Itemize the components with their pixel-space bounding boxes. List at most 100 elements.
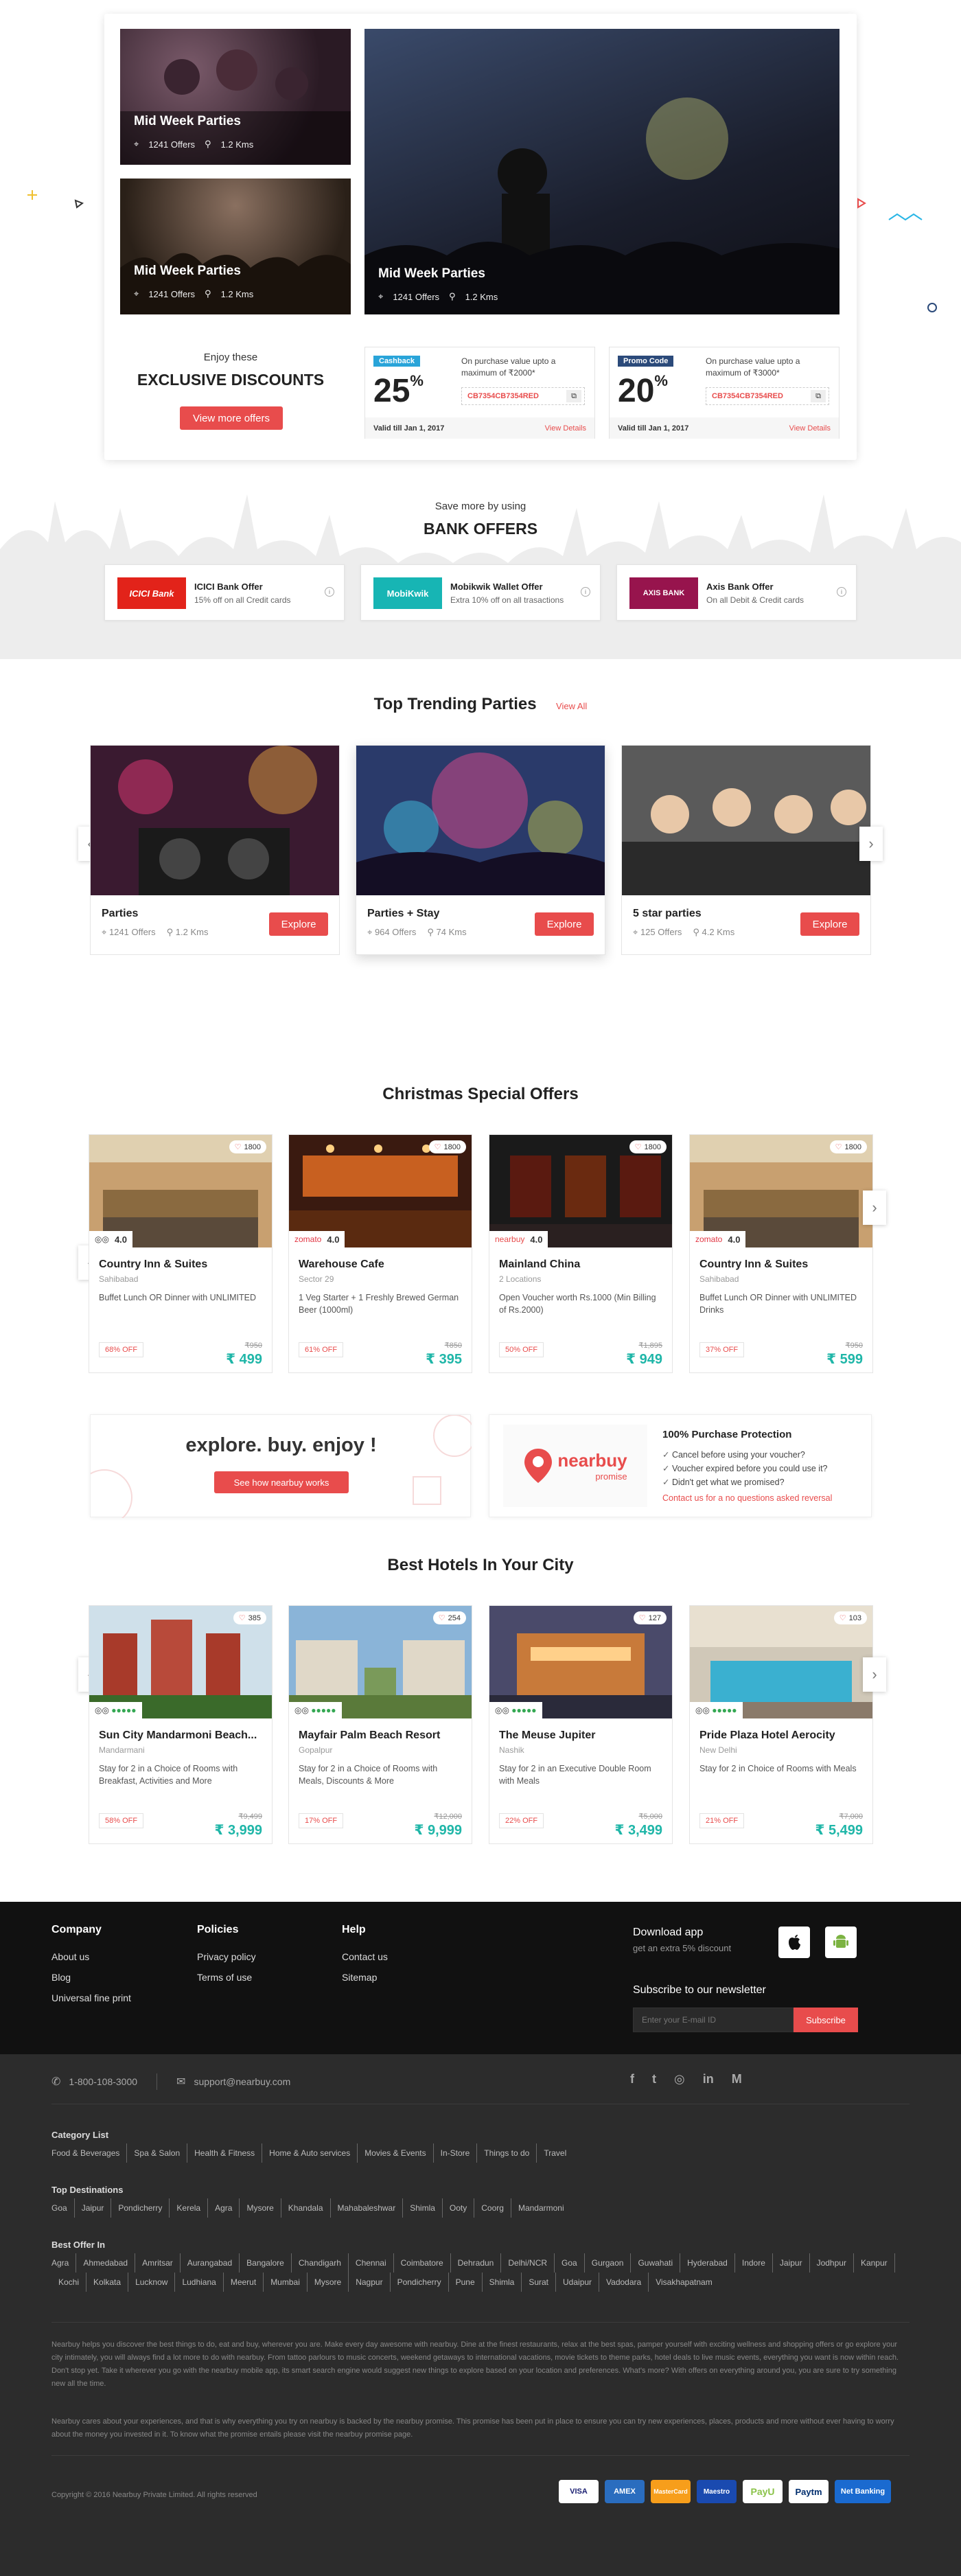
footer-link[interactable]: Sitemap bbox=[342, 1972, 388, 1983]
view-details-link[interactable]: View Details bbox=[789, 424, 831, 433]
deal-card[interactable]: ♡ 1800 ◎◎ 4.0 Country Inn & Suites Sahibab… bbox=[89, 1134, 273, 1373]
destination-link[interactable]: Mandarmoni bbox=[511, 2198, 571, 2218]
destination-link[interactable]: Ooty bbox=[443, 2198, 475, 2218]
party-card[interactable]: Parties ⌖ 1241 Offers ⚲ 1.2 Kms Explore bbox=[90, 745, 340, 955]
heart-icon[interactable]: ♡ bbox=[435, 1142, 441, 1151]
google-play-button[interactable] bbox=[825, 1927, 857, 1958]
bank-offer-card[interactable]: AXIS BANK Axis Bank Offer On all Debit &… bbox=[616, 564, 857, 621]
city-link[interactable]: Guwahati bbox=[631, 2253, 681, 2273]
like-badge[interactable]: ♡ 127 bbox=[633, 1611, 667, 1624]
city-link[interactable]: Jodhpur bbox=[810, 2253, 854, 2273]
copy-icon[interactable]: ⧉ bbox=[811, 390, 826, 402]
party-card[interactable]: Parties + Stay ⌖ 964 Offers ⚲ 74 Kms Expl… bbox=[356, 745, 605, 955]
like-badge[interactable]: ♡ 385 bbox=[233, 1611, 266, 1624]
category-link[interactable]: Health & Fitness bbox=[187, 2143, 263, 2163]
city-link[interactable]: Shimla bbox=[483, 2273, 522, 2292]
support-email[interactable]: support@nearbuy.com bbox=[194, 2076, 290, 2087]
hero-tile-main[interactable]: Mid Week Parties ⌖ 1241 Offers ⚲ 1.2 Kms bbox=[364, 29, 840, 314]
heart-icon[interactable]: ♡ bbox=[439, 1613, 445, 1622]
carousel-next-arrow[interactable]: › bbox=[863, 1657, 886, 1692]
heart-icon[interactable]: ♡ bbox=[635, 1142, 642, 1151]
coupon-code[interactable]: CB7354CB7354RED ⧉ bbox=[461, 387, 585, 405]
hotel-card[interactable]: ♡ 127 ◎◎ ●●●●● The Meuse Jupiter Nashik S… bbox=[489, 1605, 673, 1844]
coupon-card[interactable]: Promo Code 20% On purchase value upto a … bbox=[609, 347, 840, 439]
city-link[interactable]: Vadodara bbox=[599, 2273, 649, 2292]
linkedin-icon[interactable]: in bbox=[703, 2072, 714, 2086]
medium-icon[interactable]: M bbox=[732, 2072, 742, 2086]
city-link[interactable]: Lucknow bbox=[128, 2273, 176, 2292]
instagram-icon[interactable]: ◎ bbox=[674, 2072, 685, 2086]
category-link[interactable]: Movies & Events bbox=[358, 2143, 434, 2163]
like-badge[interactable]: ♡ 1800 bbox=[428, 1140, 466, 1153]
heart-icon[interactable]: ♡ bbox=[639, 1613, 646, 1622]
coupon-card[interactable]: Cashback 25% On purchase value upto a ma… bbox=[364, 347, 595, 439]
destination-link[interactable]: Coorg bbox=[474, 2198, 511, 2218]
twitter-icon[interactable]: t bbox=[652, 2072, 656, 2086]
hero-tile-2[interactable]: Mid Week Parties ⌖ 1241 Offers ⚲ 1.2 Kms bbox=[120, 179, 351, 314]
heart-icon[interactable]: ♡ bbox=[840, 1613, 846, 1622]
city-link[interactable]: Ahmedabad bbox=[76, 2253, 136, 2273]
copy-icon[interactable]: ⧉ bbox=[566, 390, 581, 402]
city-link[interactable]: Pune bbox=[449, 2273, 483, 2292]
city-link[interactable]: Amritsar bbox=[135, 2253, 181, 2273]
footer-link[interactable]: Blog bbox=[51, 1972, 131, 1983]
city-link[interactable]: Hyderabad bbox=[680, 2253, 735, 2273]
heart-icon[interactable]: ♡ bbox=[235, 1142, 242, 1151]
city-link[interactable]: Bangalore bbox=[240, 2253, 292, 2273]
carousel-next-arrow[interactable]: › bbox=[863, 1191, 886, 1225]
deal-card[interactable]: ♡ 1800 zomato 4.0 Country Inn & Suites Sah… bbox=[689, 1134, 873, 1373]
city-link[interactable]: Delhi/NCR bbox=[501, 2253, 555, 2273]
city-link[interactable]: Dehradun bbox=[451, 2253, 502, 2273]
explore-button[interactable]: Explore bbox=[269, 912, 328, 936]
info-icon[interactable]: i bbox=[581, 587, 590, 597]
destination-link[interactable]: Pondicherry bbox=[111, 2198, 170, 2218]
bank-offer-card[interactable]: ICICI Bank ICICI Bank Offer 15% off on a… bbox=[104, 564, 345, 621]
footer-link[interactable]: Privacy policy bbox=[197, 1951, 256, 1962]
party-card[interactable]: 5 star parties ⌖ 125 Offers ⚲ 4.2 Kms Exp… bbox=[621, 745, 871, 955]
destination-link[interactable]: Shimla bbox=[403, 2198, 443, 2218]
deal-card[interactable]: ♡ 1800 zomato 4.0 Warehouse Cafe Sector 29… bbox=[288, 1134, 472, 1373]
view-more-offers-button[interactable]: View more offers bbox=[180, 406, 283, 430]
explore-button[interactable]: Explore bbox=[800, 912, 859, 936]
hotel-card[interactable]: ♡ 385 ◎◎ ●●●●● Sun City Mandarmoni Beach.… bbox=[89, 1605, 273, 1844]
city-link[interactable]: Mumbai bbox=[264, 2273, 308, 2292]
like-badge[interactable]: ♡ 1800 bbox=[229, 1140, 266, 1153]
apple-store-button[interactable] bbox=[778, 1927, 810, 1958]
category-link[interactable]: Home & Auto services bbox=[262, 2143, 358, 2163]
hero-tile-1[interactable]: Mid Week Parties ⌖ 1241 Offers ⚲ 1.2 Kms bbox=[120, 29, 351, 165]
city-link[interactable]: Gurgaon bbox=[585, 2253, 632, 2273]
coupon-code[interactable]: CB7354CB7354RED ⧉ bbox=[706, 387, 829, 405]
footer-link[interactable]: Universal fine print bbox=[51, 1992, 131, 2003]
destination-link[interactable]: Mysore bbox=[240, 2198, 281, 2218]
category-link[interactable]: Travel bbox=[537, 2143, 573, 2163]
destination-link[interactable]: Kerela bbox=[170, 2198, 209, 2218]
city-link[interactable]: Surat bbox=[522, 2273, 557, 2292]
city-link[interactable]: Agra bbox=[51, 2253, 77, 2273]
city-link[interactable]: Kanpur bbox=[854, 2253, 895, 2273]
view-all-link[interactable]: View All bbox=[556, 701, 587, 711]
city-link[interactable]: Indore bbox=[735, 2253, 773, 2273]
footer-link[interactable]: About us bbox=[51, 1951, 131, 1962]
city-link[interactable]: Jaipur bbox=[773, 2253, 810, 2273]
city-link[interactable]: Meerut bbox=[224, 2273, 264, 2292]
category-link[interactable]: Spa & Salon bbox=[127, 2143, 188, 2163]
category-link[interactable]: In-Store bbox=[434, 2143, 478, 2163]
heart-icon[interactable]: ♡ bbox=[835, 1142, 842, 1151]
see-how-button[interactable]: See how nearbuy works bbox=[214, 1471, 349, 1493]
info-icon[interactable]: i bbox=[837, 587, 846, 597]
city-link[interactable]: Kochi bbox=[51, 2273, 87, 2292]
destination-link[interactable]: Jaipur bbox=[75, 2198, 112, 2218]
reversal-link[interactable]: Contact us for a no questions asked reve… bbox=[662, 1493, 832, 1503]
destination-link[interactable]: Agra bbox=[208, 2198, 240, 2218]
newsletter-email-input[interactable] bbox=[633, 2008, 794, 2032]
city-link[interactable]: Visakhapatnam bbox=[649, 2273, 719, 2292]
destination-link[interactable]: Goa bbox=[51, 2198, 75, 2218]
destination-link[interactable]: Khandala bbox=[281, 2198, 331, 2218]
view-details-link[interactable]: View Details bbox=[545, 424, 586, 433]
category-link[interactable]: Things to do bbox=[477, 2143, 537, 2163]
city-link[interactable]: Chennai bbox=[349, 2253, 394, 2273]
city-link[interactable]: Goa bbox=[555, 2253, 585, 2273]
support-phone[interactable]: 1-800-108-3000 bbox=[69, 2076, 137, 2087]
city-link[interactable]: Kolkata bbox=[86, 2273, 129, 2292]
like-badge[interactable]: ♡ 1800 bbox=[629, 1140, 667, 1153]
